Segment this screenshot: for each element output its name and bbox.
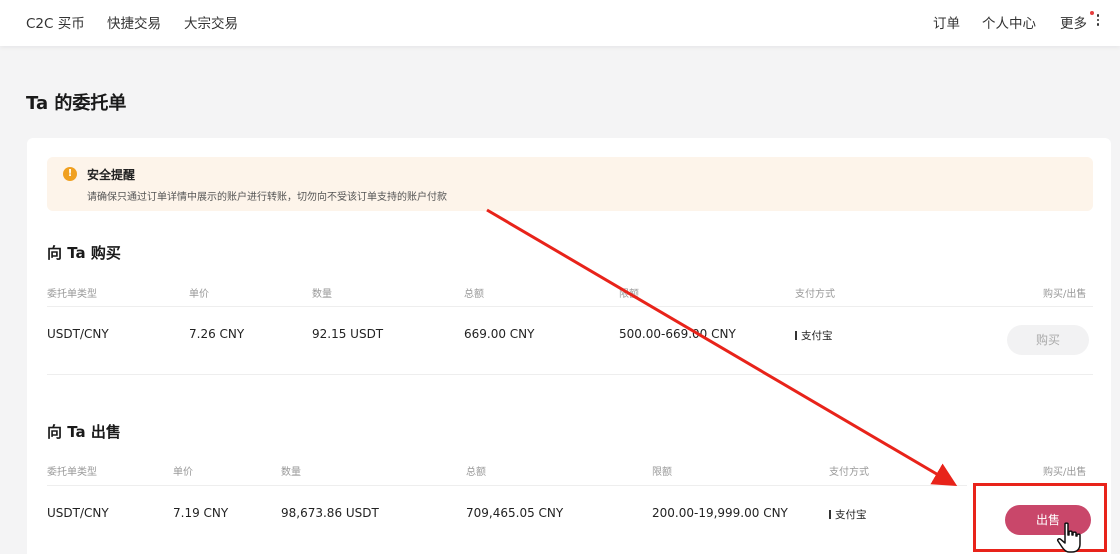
nav-more[interactable]: 更多 [1060, 12, 1087, 32]
nav-profile[interactable]: 个人中心 [982, 12, 1036, 32]
nav-block-trade[interactable]: 大宗交易 [184, 12, 238, 32]
hand-pointer-icon [1057, 522, 1081, 553]
sell-header-divider [47, 485, 967, 486]
buy-header-payment: 支付方式 [795, 289, 835, 300]
buy-section-title: 向 Ta 购买 [47, 244, 121, 262]
buy-row-total: 669.00 CNY [464, 327, 535, 341]
sell-row-type: USDT/CNY [47, 506, 109, 520]
sell-header-type: 委托单类型 [47, 467, 97, 478]
buy-header-divider [47, 306, 1093, 307]
sell-header-price: 单价 [173, 467, 193, 478]
buy-row-divider [47, 374, 1093, 375]
payment-method-marker [829, 510, 831, 519]
sell-row-payment-label: 支付宝 [835, 509, 867, 521]
buy-header-total: 总额 [464, 289, 484, 300]
sell-header-amount: 数量 [281, 467, 301, 478]
sell-row-amount: 98,673.86 USDT [281, 506, 379, 520]
sell-header-limit: 限额 [652, 467, 672, 478]
buy-row-type: USDT/CNY [47, 327, 109, 341]
top-nav: C2C 买币 快捷交易 大宗交易 订单 个人中心 更多 [0, 0, 1120, 46]
buy-header-action: 购买/出售 [1043, 289, 1087, 300]
nav-orders[interactable]: 订单 [933, 12, 960, 32]
buy-row-payment: 支付宝 [795, 328, 833, 343]
buy-button[interactable]: 购买 [1007, 325, 1089, 355]
buy-row-amount: 92.15 USDT [312, 327, 384, 341]
sell-row-total: 709,465.05 CNY [466, 506, 564, 520]
buy-header-price: 单价 [189, 289, 209, 300]
annotation-highlight-box [973, 483, 1107, 552]
kebab-menu-icon[interactable] [1095, 14, 1101, 28]
alert-title: 安全提醒 [87, 168, 136, 182]
buy-row-payment-label: 支付宝 [801, 330, 833, 342]
page-title: Ta 的委托单 [26, 93, 127, 114]
notification-dot [1090, 11, 1094, 15]
sell-header-payment: 支付方式 [829, 467, 869, 478]
buy-header-limit: 限额 [619, 289, 639, 300]
nav-quick-trade[interactable]: 快捷交易 [107, 12, 161, 32]
buy-row-limit: 500.00-669.00 CNY [619, 327, 736, 341]
sell-section-title: 向 Ta 出售 [47, 423, 121, 441]
nav-c2c-buy[interactable]: C2C 买币 [26, 12, 85, 32]
sell-header-action: 购买/出售 [1043, 467, 1087, 478]
sell-row-price: 7.19 CNY [173, 506, 229, 520]
sell-row-payment: 支付宝 [829, 507, 867, 522]
buy-header-type: 委托单类型 [47, 289, 97, 300]
payment-method-marker [795, 331, 797, 340]
buy-header-amount: 数量 [312, 289, 332, 300]
sell-header-total: 总额 [466, 467, 486, 478]
sell-row-limit: 200.00-19,999.00 CNY [652, 506, 788, 520]
warning-icon: ! [63, 167, 77, 181]
alert-text: 请确保只通过订单详情中展示的账户进行转账，切勿向不受该订单支持的账户付款 [87, 192, 447, 203]
buy-row-price: 7.26 CNY [189, 327, 245, 341]
